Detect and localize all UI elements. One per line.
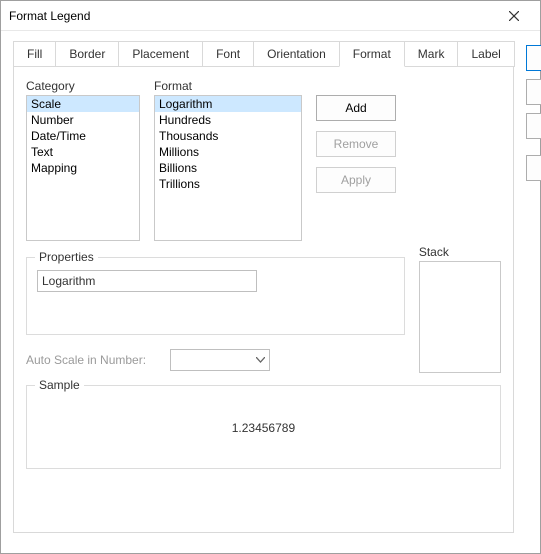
- list-item[interactable]: Mapping: [27, 160, 139, 176]
- format-buttons-column: Add Remove Apply: [316, 79, 398, 241]
- list-item[interactable]: Thousands: [155, 128, 301, 144]
- list-item[interactable]: Date/Time: [27, 128, 139, 144]
- sample-group: Sample 1.23456789: [26, 385, 501, 469]
- close-button[interactable]: [494, 4, 534, 28]
- dialog-buttons-column: OK Cancel Apply Help: [514, 41, 541, 533]
- tab-mark[interactable]: Mark: [404, 41, 459, 67]
- list-item[interactable]: Billions: [155, 160, 301, 176]
- tab-format[interactable]: Format: [339, 41, 405, 67]
- autoscale-combobox[interactable]: [170, 349, 270, 371]
- ok-button[interactable]: OK: [526, 45, 541, 71]
- stack-listbox[interactable]: [419, 261, 501, 373]
- tabs: FillBorderPlacementFontOrientationFormat…: [13, 41, 514, 67]
- tab-orientation[interactable]: Orientation: [253, 41, 340, 67]
- help-button[interactable]: Help: [526, 155, 541, 181]
- tab-placement[interactable]: Placement: [118, 41, 203, 67]
- list-item[interactable]: Text: [27, 144, 139, 160]
- tab-border[interactable]: Border: [55, 41, 119, 67]
- list-item[interactable]: Trillions: [155, 176, 301, 192]
- list-item[interactable]: Number: [27, 112, 139, 128]
- properties-input[interactable]: [37, 270, 257, 292]
- left-panel: FillBorderPlacementFontOrientationFormat…: [13, 41, 514, 533]
- tab-panel-format: Category ScaleNumberDate/TimeTextMapping…: [13, 66, 514, 533]
- remove-button[interactable]: Remove: [316, 131, 396, 157]
- cancel-button[interactable]: Cancel: [526, 79, 541, 105]
- category-listbox[interactable]: ScaleNumberDate/TimeTextMapping: [26, 95, 140, 241]
- sample-text: 1.23456789: [232, 421, 295, 435]
- list-item[interactable]: Scale: [27, 96, 139, 112]
- list-item[interactable]: Millions: [155, 144, 301, 160]
- lists-row: Category ScaleNumberDate/TimeTextMapping…: [26, 79, 501, 241]
- format-apply-button[interactable]: Apply: [316, 167, 396, 193]
- window-title: Format Legend: [9, 9, 494, 23]
- format-listbox[interactable]: LogarithmHundredsThousandsMillionsBillio…: [154, 95, 302, 241]
- properties-legend: Properties: [35, 250, 98, 264]
- apply-button[interactable]: Apply: [526, 113, 541, 139]
- stack-label: Stack: [419, 245, 501, 259]
- properties-group: Properties: [26, 257, 405, 335]
- format-column: Format LogarithmHundredsThousandsMillion…: [154, 79, 302, 241]
- list-item[interactable]: Logarithm: [155, 96, 301, 112]
- sample-legend: Sample: [35, 378, 84, 392]
- category-column: Category ScaleNumberDate/TimeTextMapping: [26, 79, 140, 241]
- chevron-down-icon: [256, 357, 265, 363]
- autoscale-row: Auto Scale in Number:: [26, 349, 405, 371]
- dialog-window: Format Legend FillBorderPlacementFontOri…: [0, 0, 541, 554]
- props-stack-row: Properties Auto Scale in Number:: [26, 241, 501, 373]
- list-item[interactable]: Hundreds: [155, 112, 301, 128]
- category-label: Category: [26, 79, 140, 93]
- tab-font[interactable]: Font: [202, 41, 254, 67]
- format-label: Format: [154, 79, 302, 93]
- autoscale-label: Auto Scale in Number:: [26, 353, 146, 367]
- tab-fill[interactable]: Fill: [13, 41, 56, 67]
- stack-column: Stack: [419, 245, 501, 373]
- add-button[interactable]: Add: [316, 95, 396, 121]
- titlebar: Format Legend: [1, 1, 540, 31]
- dialog-body: FillBorderPlacementFontOrientationFormat…: [1, 31, 540, 553]
- close-icon: [509, 11, 519, 21]
- tab-label[interactable]: Label: [457, 41, 514, 67]
